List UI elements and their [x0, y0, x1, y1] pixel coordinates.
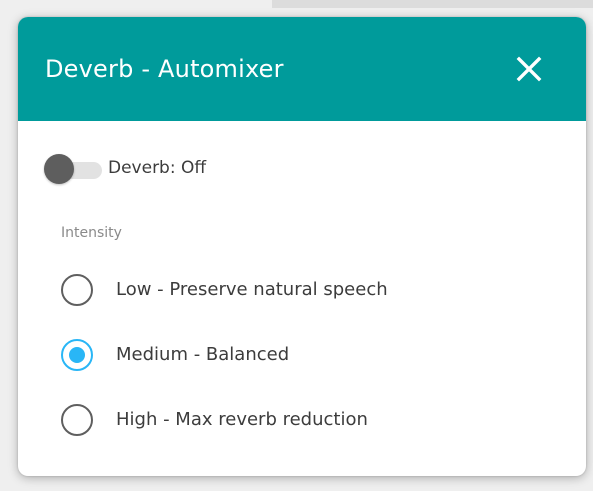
intensity-option-low[interactable]: Low - Preserve natural speech: [61, 272, 541, 308]
deverb-toggle-label: Deverb: Off: [108, 158, 207, 178]
background-page-edge: [272, 0, 593, 8]
toggle-thumb: [44, 154, 74, 184]
intensity-option-label: High - Max reverb reduction: [116, 409, 368, 430]
dialog-header: Deverb - Automixer: [18, 17, 586, 121]
radio-button-low[interactable]: [61, 274, 93, 306]
close-button[interactable]: [514, 54, 544, 84]
dialog-title: Deverb - Automixer: [45, 55, 284, 83]
close-icon: [516, 56, 542, 82]
radio-button-medium[interactable]: [61, 339, 93, 371]
intensity-option-medium[interactable]: Medium - Balanced: [61, 337, 541, 373]
deverb-toggle-row: Deverb: Off: [44, 152, 206, 184]
radio-button-high[interactable]: [61, 404, 93, 436]
intensity-option-label: Low - Preserve natural speech: [116, 279, 388, 300]
deverb-toggle-switch[interactable]: [44, 152, 102, 184]
intensity-option-label: Medium - Balanced: [116, 344, 290, 365]
intensity-radio-group: Low - Preserve natural speech Medium - B…: [61, 272, 541, 467]
radio-dot: [69, 347, 85, 363]
intensity-option-high[interactable]: High - Max reverb reduction: [61, 402, 541, 438]
deverb-dialog: Deverb - Automixer Deverb: Off Intensity…: [18, 17, 586, 476]
intensity-label: Intensity: [61, 225, 122, 241]
